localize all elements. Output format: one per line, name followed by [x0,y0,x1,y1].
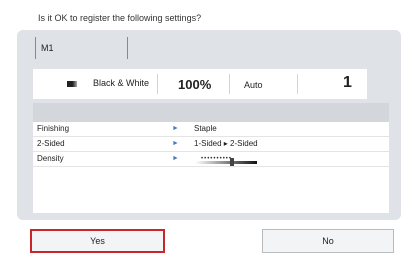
color-mode-label: Black & White [93,78,150,88]
divider [297,74,298,94]
density-track [195,161,257,164]
arrow-right-icon: ► [172,140,179,147]
settings-list: Finishing ► Staple 2-Sided ► 1-Sided ▸ 2… [33,103,389,213]
copies-count: 1 [343,74,352,91]
settings-row-label: 2-Sided [37,139,65,148]
summary-bar: Black & White 100% Auto 1 [33,69,367,99]
settings-row-density: Density ► •••••••••• [33,152,389,167]
divider [229,74,230,94]
color-mode-icon [67,81,77,87]
arrow-right-icon: ► [172,125,179,132]
density-thumb [230,158,235,166]
no-button[interactable]: No [262,229,394,253]
copy-ratio: 100% [178,77,212,92]
settings-row-label: Finishing [37,124,70,133]
paper-select: Auto [244,80,263,90]
name-field[interactable]: M1 [35,37,128,59]
settings-row-label: Density [37,154,64,163]
settings-list-header [33,103,389,122]
dialog-prompt: Is it OK to register the following setti… [38,13,202,23]
settings-row-2-sided: 2-Sided ► 1-Sided ▸ 2-Sided [33,137,389,152]
yes-button[interactable]: Yes [30,229,165,253]
settings-row-value: 1-Sided ▸ 2-Sided [194,139,258,148]
arrow-right-icon: ► [172,155,179,162]
divider [157,74,158,94]
settings-row-value: Staple [194,124,217,133]
density-indicator: •••••••••• [195,155,257,166]
settings-row-finishing: Finishing ► Staple [33,122,389,137]
